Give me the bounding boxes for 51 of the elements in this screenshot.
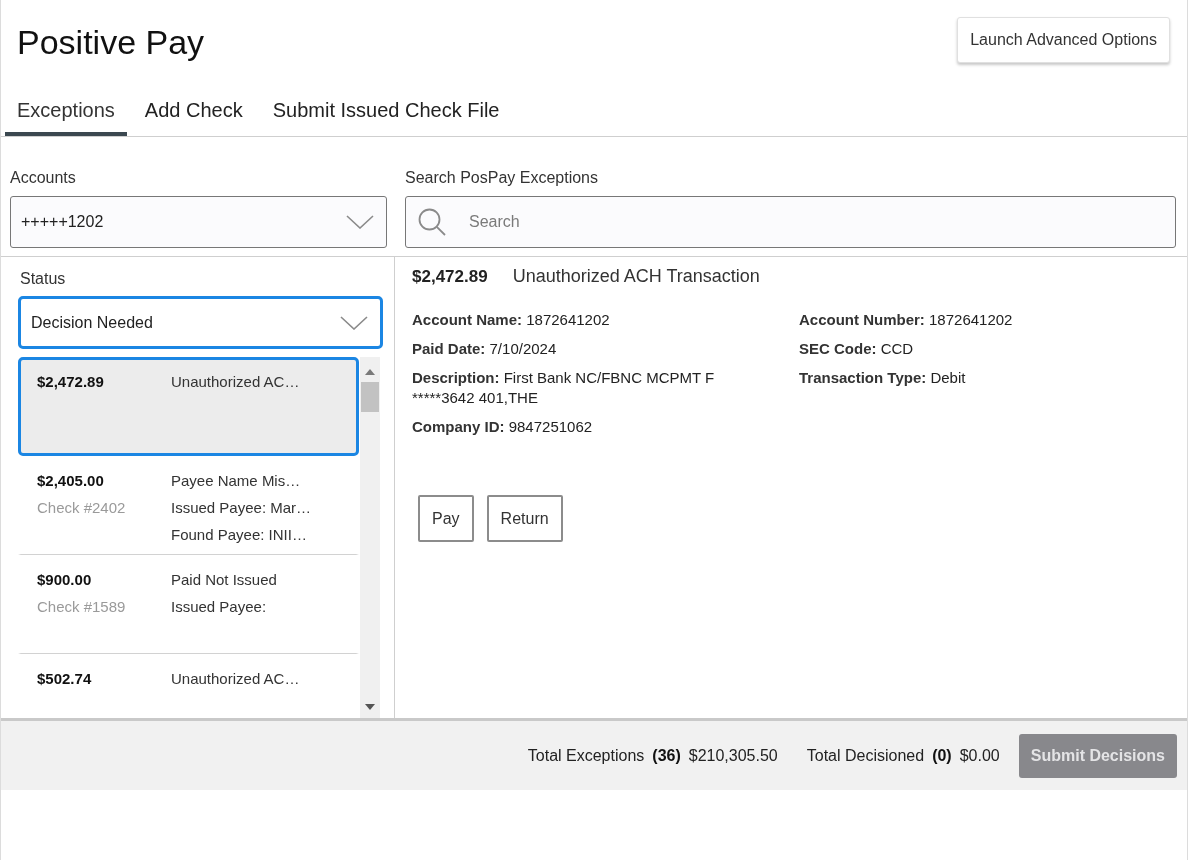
detail-field: SEC Code: CCD (799, 339, 1129, 359)
field-label: Status (20, 270, 66, 288)
action-button[interactable]: Pay (418, 495, 474, 542)
exception-amount: $900.00 (37, 570, 92, 590)
chevron-down-icon (346, 215, 374, 229)
total-label: Total Decisioned (806, 746, 925, 765)
exception-info: Issued Payee: Mar… (171, 498, 312, 518)
total-count: (36) (652, 746, 681, 765)
scroll-down-icon[interactable] (365, 704, 375, 710)
detail-amount: $2,472.89 (412, 266, 488, 288)
exception-info: Unauthorized AC… (171, 372, 300, 392)
exception-amount: $2,472.89 (37, 372, 104, 392)
launch-advanced-options-button[interactable]: Launch Advanced Options (957, 17, 1170, 63)
check-number: Check #1589 (37, 597, 126, 617)
search-field[interactable]: Search (405, 196, 1176, 248)
exception-info: Issued Payee: (171, 597, 267, 617)
field-label: Accounts (10, 169, 76, 187)
detail-field: Paid Date: 7/10/2024 (412, 339, 752, 359)
total-count: (0) (932, 746, 952, 765)
detail-title: Unauthorized ACH Transaction (512, 265, 760, 287)
scroll-up-icon[interactable] (365, 369, 375, 375)
exception-amount: $2,405.00 (37, 471, 104, 491)
tab[interactable]: Add Check (132, 88, 255, 136)
tab[interactable]: Submit Issued Check File (260, 88, 512, 136)
scrollbar-thumb[interactable] (361, 382, 379, 412)
tab[interactable]: Exceptions (5, 88, 127, 136)
field-label: Search PosPay Exceptions (405, 169, 598, 187)
detail-field: Description: First Bank NC/FBNC MCPMT F *****3642 401,THE (412, 368, 752, 408)
page-title: Positive Pay (17, 22, 205, 63)
detail-field: Transaction Type: Debit (799, 368, 1129, 388)
exception-list-item[interactable]: $2,405.00 Check #2402 Payee Name Mis… Issued Payee: Mar… Found Payee: INII… (18, 456, 359, 555)
exception-info: Found Payee: INII… (171, 525, 307, 545)
action-button[interactable]: Return (486, 495, 563, 542)
exception-amount: $502.74 (37, 669, 92, 689)
exception-info: Unauthorized AC… (171, 669, 300, 689)
scrollbar[interactable] (360, 357, 380, 718)
exception-info: Paid Not Issued (171, 570, 277, 590)
detail-field: Account Name: 1872641202 (412, 310, 752, 330)
status-dropdown[interactable]: Decision Needed (18, 296, 383, 349)
search-icon (418, 208, 446, 236)
exception-list-item[interactable]: $900.00 Check #1589 Paid Not Issued Issued Payee: (18, 555, 359, 654)
exception-list-item[interactable]: $2,472.89 Unauthorized AC… (18, 357, 359, 456)
exception-info: Payee Name Mis… (171, 471, 301, 491)
detail-field: Account Number: 1872641202 (799, 310, 1129, 330)
total-amount: $0.00 (959, 746, 1000, 765)
chevron-down-icon (340, 315, 368, 330)
total-label: Total Exceptions (527, 746, 645, 765)
check-number: Check #2402 (37, 498, 126, 518)
total-amount: $210,305.50 (688, 746, 778, 765)
accounts-dropdown[interactable]: +++++1202 (10, 196, 387, 248)
detail-field: Company ID: 9847251062 (412, 417, 752, 437)
